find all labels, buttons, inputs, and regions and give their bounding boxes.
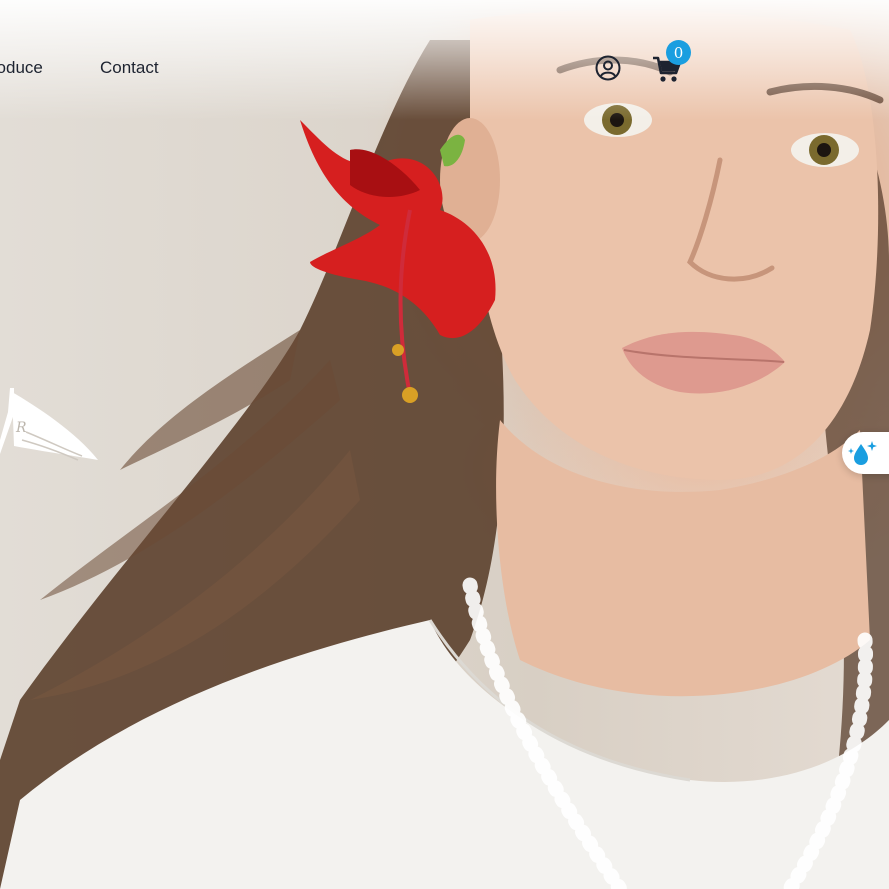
water-drop-sparkle-icon — [848, 441, 877, 465]
account-button[interactable] — [594, 54, 622, 82]
floating-widget-button[interactable] — [842, 432, 889, 474]
nav-introduce-link[interactable]: Introduce — [0, 58, 43, 78]
user-circle-icon — [595, 55, 621, 81]
svg-text:R: R — [15, 420, 27, 436]
pennant-flag-logo: R — [0, 388, 98, 461]
hero-banner — [0, 0, 889, 889]
cart-count-badge: 0 — [666, 40, 691, 65]
nav-contact-link[interactable]: Contact — [100, 58, 159, 78]
hero-image — [0, 10, 889, 889]
